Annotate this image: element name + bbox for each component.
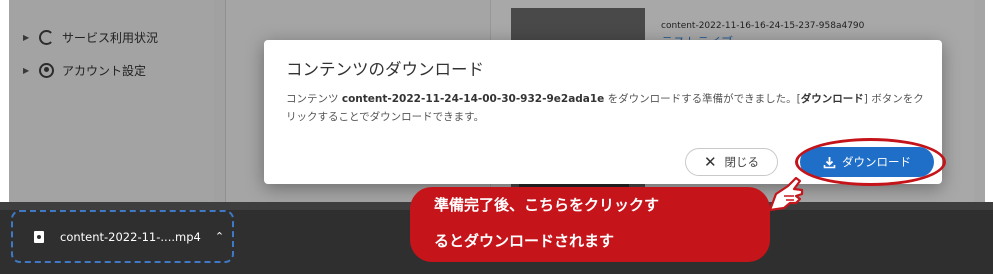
close-button-label: 閉じる	[724, 155, 760, 169]
callout-line-1: 準備完了後、こちらをクリックす	[434, 196, 660, 214]
callout-annotation: 準備完了後、こちらをクリックす るとダウンロードされます	[410, 187, 770, 262]
message-prefix: コンテンツ	[286, 93, 339, 105]
message-middle: をダウンロードする準備ができました。[	[607, 93, 801, 105]
message-button-name: ダウンロード	[800, 93, 864, 105]
close-button[interactable]: ✕ 閉じる	[685, 148, 778, 176]
download-button-highlight	[795, 138, 946, 186]
downloaded-file-item[interactable]: content-2022-11-....mp4 ⌃	[11, 210, 234, 263]
chevron-up-icon[interactable]: ⌃	[215, 230, 224, 243]
file-icon	[34, 230, 44, 243]
downloaded-filename: content-2022-11-....mp4	[60, 229, 201, 244]
dialog-title: コンテンツのダウンロード	[286, 60, 484, 79]
close-icon: ✕	[703, 153, 717, 171]
content-id: content-2022-11-24-14-00-30-932-9e2ada1e	[341, 93, 605, 105]
pointing-hand-icon	[768, 176, 804, 212]
callout-line-2: るとダウンロードされます	[434, 232, 615, 250]
dialog-message: コンテンツ content-2022-11-24-14-00-30-932-9e…	[286, 90, 926, 126]
